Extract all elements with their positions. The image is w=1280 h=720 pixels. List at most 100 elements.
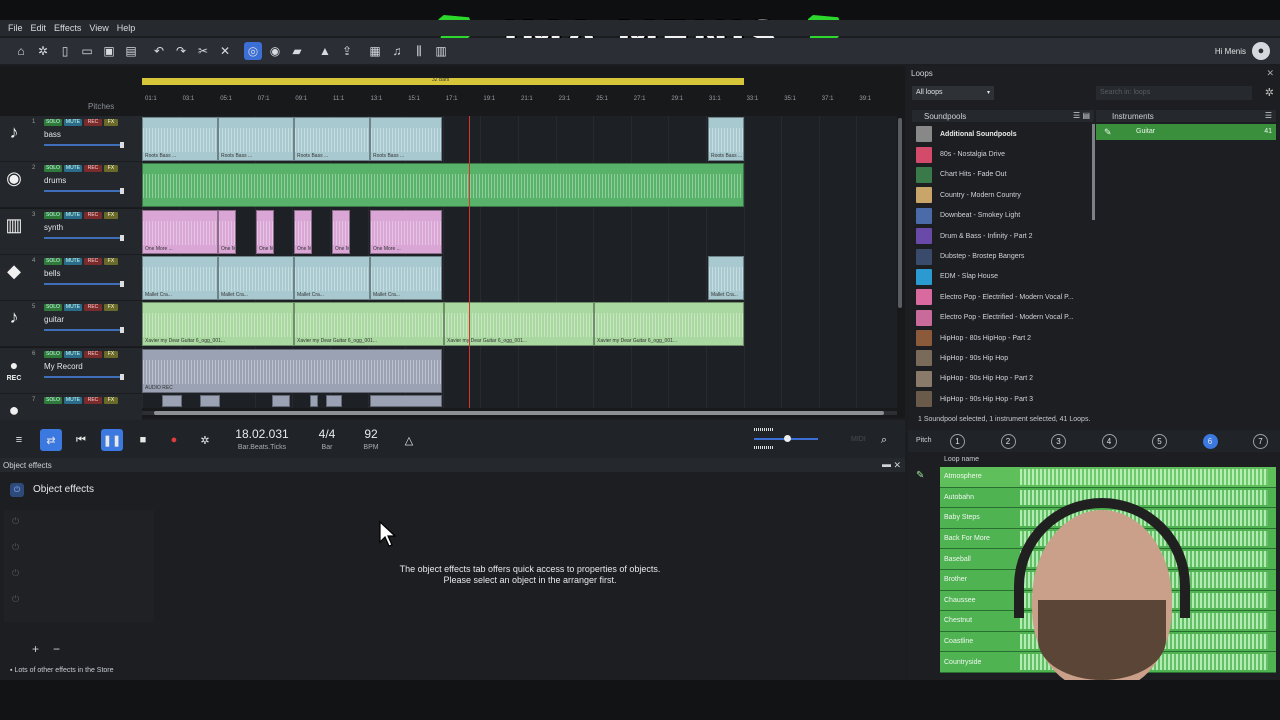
track-header[interactable]: ● REC 6 SOLO MUTE REC FX My Record xyxy=(0,347,142,394)
fx-button[interactable]: FX xyxy=(104,119,118,126)
transport-settings-icon[interactable]: ✲ xyxy=(194,429,216,451)
tempo-display[interactable]: 92 BPM xyxy=(356,427,386,451)
settings-icon[interactable]: ✲ xyxy=(32,40,54,62)
signature-display[interactable]: 4/4 Bar xyxy=(310,427,344,451)
soundpool-item[interactable]: Drum & Bass - Infinity - Part 2 xyxy=(912,226,1094,246)
mute-button[interactable]: MUTE xyxy=(64,165,82,173)
stop-icon[interactable]: ■ xyxy=(132,429,154,451)
record-mode-icon[interactable]: ◉ xyxy=(264,40,286,62)
track-name[interactable]: bass xyxy=(44,130,61,139)
solo-button[interactable]: SOLO xyxy=(44,396,62,404)
solo-button[interactable]: SOLO xyxy=(44,304,62,312)
pause-icon[interactable]: ❚❚ xyxy=(101,429,123,451)
mixer-icon[interactable]: ⫼ xyxy=(408,40,430,62)
audio-clip[interactable]: AUDIO REC xyxy=(142,348,442,393)
track-name[interactable]: bells xyxy=(44,269,60,278)
record-icon[interactable]: ● xyxy=(163,429,185,451)
track-header[interactable]: ◆ 4 SOLO MUTE REC FX bells xyxy=(0,254,142,301)
track-volume-slider[interactable] xyxy=(44,142,124,148)
avatar[interactable]: ● xyxy=(1252,42,1270,60)
master-volume[interactable] xyxy=(754,428,818,450)
menu-edit[interactable]: Edit xyxy=(27,23,51,33)
audio-clip[interactable]: Roots Bass ... xyxy=(294,117,370,161)
upload-icon[interactable]: ⇪ xyxy=(336,40,358,62)
pitch-button[interactable]: 7 xyxy=(1253,434,1268,449)
effect-slot[interactable]: ⏻ xyxy=(12,568,152,588)
fx-button[interactable]: FX xyxy=(104,350,118,358)
pitch-button[interactable]: 4 xyxy=(1101,434,1117,449)
cut-icon[interactable]: ✂ xyxy=(192,40,214,62)
track-name[interactable]: guitar xyxy=(44,315,64,324)
audio-clip[interactable]: Xavier my Dear Guitar 6_ogg_001... xyxy=(294,302,444,347)
effect-slot[interactable]: ⏻ xyxy=(12,516,152,536)
solo-button[interactable]: SOLO xyxy=(44,257,62,265)
pitch-button[interactable]: 1 xyxy=(950,434,965,449)
fx-button[interactable]: FX xyxy=(104,396,118,404)
instrument-item-guitar[interactable]: ✎ Guitar 41 xyxy=(1096,124,1276,140)
audio-clip[interactable]: Mallet Cra... xyxy=(294,255,370,300)
track-volume-slider[interactable] xyxy=(44,373,124,380)
solo-button[interactable]: SOLO xyxy=(44,211,62,219)
soundpool-item[interactable]: HipHop - 90s Hip Hop xyxy=(912,348,1094,368)
menu-help[interactable]: Help xyxy=(113,23,140,33)
soundpool-item[interactable]: 80s - Nostalgia Drive xyxy=(912,144,1094,164)
solo-button[interactable]: SOLO xyxy=(44,350,62,358)
audio-clip[interactable]: One More ... xyxy=(256,209,274,254)
add-effect-button[interactable]: + xyxy=(32,642,39,656)
soundpool-item[interactable]: Dubstep - Brostep Bangers xyxy=(912,246,1094,266)
rewind-icon[interactable]: ⏮ xyxy=(70,429,92,451)
close-icon[interactable]: ✕ xyxy=(893,460,901,471)
effect-slot[interactable]: ⏻ xyxy=(12,594,152,614)
soundpool-item[interactable]: HipHop - 90s Hip Hop - Part 2 xyxy=(912,369,1094,389)
timeline-ruler[interactable]: 01:1 03:1 05:1 07:1 09:1 11:1 13:1 15:1 17:1 19:1… xyxy=(142,96,902,108)
store-link[interactable]: ▪ Lots of other effects in the Store xyxy=(10,667,114,674)
menu-icon[interactable]: ≡ xyxy=(8,429,30,451)
audio-clip[interactable] xyxy=(370,394,442,407)
search-icon[interactable]: ⌕ xyxy=(873,429,895,451)
soundpool-scrollbar[interactable] xyxy=(1092,124,1095,220)
rec-arm-button[interactable]: REC xyxy=(84,350,102,358)
audio-clip[interactable]: One More ... xyxy=(294,209,312,254)
track-volume-slider[interactable] xyxy=(44,280,124,287)
playhead[interactable] xyxy=(469,116,470,408)
piano-icon[interactable]: ▥ xyxy=(430,40,452,62)
new-file-icon[interactable]: ▯ xyxy=(54,40,76,62)
audio-clip[interactable]: Roots Bass ... xyxy=(142,117,218,161)
save-as-icon[interactable]: ▤ xyxy=(120,40,142,62)
lock-icon[interactable]: ▲ xyxy=(314,40,336,62)
volume-knob[interactable] xyxy=(784,435,791,442)
fx-button[interactable]: FX xyxy=(104,165,118,173)
audio-clip[interactable]: Xavier my Dear Guitar 6_ogg_001... xyxy=(444,302,594,347)
fx-button[interactable]: FX xyxy=(104,257,118,265)
audio-clip[interactable]: Xavier my Dear Guitar 6_ogg_001... xyxy=(142,302,294,347)
track-header[interactable]: ♪ 5 SOLO MUTE REC FX guitar xyxy=(0,301,142,348)
menu-effects[interactable]: Effects xyxy=(50,23,85,33)
soundpool-item[interactable]: Electro Pop - Electrified - Modern Vocal… xyxy=(912,287,1094,307)
redo-icon[interactable]: ↷ xyxy=(170,40,192,62)
track-header[interactable]: ◉ 2 SOLO MUTE REC FX drums xyxy=(0,162,142,209)
rec-arm-button[interactable]: REC xyxy=(84,119,102,126)
soundpool-item[interactable]: Electro Pop - Electrified - Modern Vocal… xyxy=(912,308,1094,328)
rec-arm-button[interactable]: REC xyxy=(84,211,102,219)
fx-button[interactable]: FX xyxy=(104,211,118,219)
pitch-button[interactable]: 6 xyxy=(1202,434,1218,449)
audio-clip[interactable]: One More ... xyxy=(370,209,442,254)
loops-settings-icon[interactable]: ✲ xyxy=(1265,86,1274,99)
audio-clip[interactable]: Mallet Cra... xyxy=(370,255,442,300)
audio-clip[interactable] xyxy=(326,394,342,407)
track-header[interactable]: ♪ 1 SOLO MUTE REC FX bass xyxy=(0,116,142,162)
mode-icon[interactable]: ◎ xyxy=(244,42,262,60)
audio-clip[interactable]: Roots Bass ... xyxy=(370,117,442,161)
home-icon[interactable]: ⌂ xyxy=(10,40,32,62)
loop-icon[interactable]: ⇄ xyxy=(40,429,62,451)
audio-clip[interactable] xyxy=(142,163,744,208)
mute-button[interactable]: MUTE xyxy=(64,396,82,404)
position-display[interactable]: 18.02.031 Bar.Beats.Ticks xyxy=(232,427,292,451)
rec-arm-button[interactable]: REC xyxy=(84,165,102,173)
audio-clip[interactable]: One More ... xyxy=(218,209,236,254)
mute-button[interactable]: MUTE xyxy=(64,304,82,312)
open-folder-icon[interactable]: ▭ xyxy=(76,40,98,62)
audio-clip[interactable]: One More ... xyxy=(142,209,218,254)
grid-icon[interactable]: ▦ xyxy=(364,40,386,62)
soundpool-item[interactable]: Country - Modern Country xyxy=(912,185,1094,205)
